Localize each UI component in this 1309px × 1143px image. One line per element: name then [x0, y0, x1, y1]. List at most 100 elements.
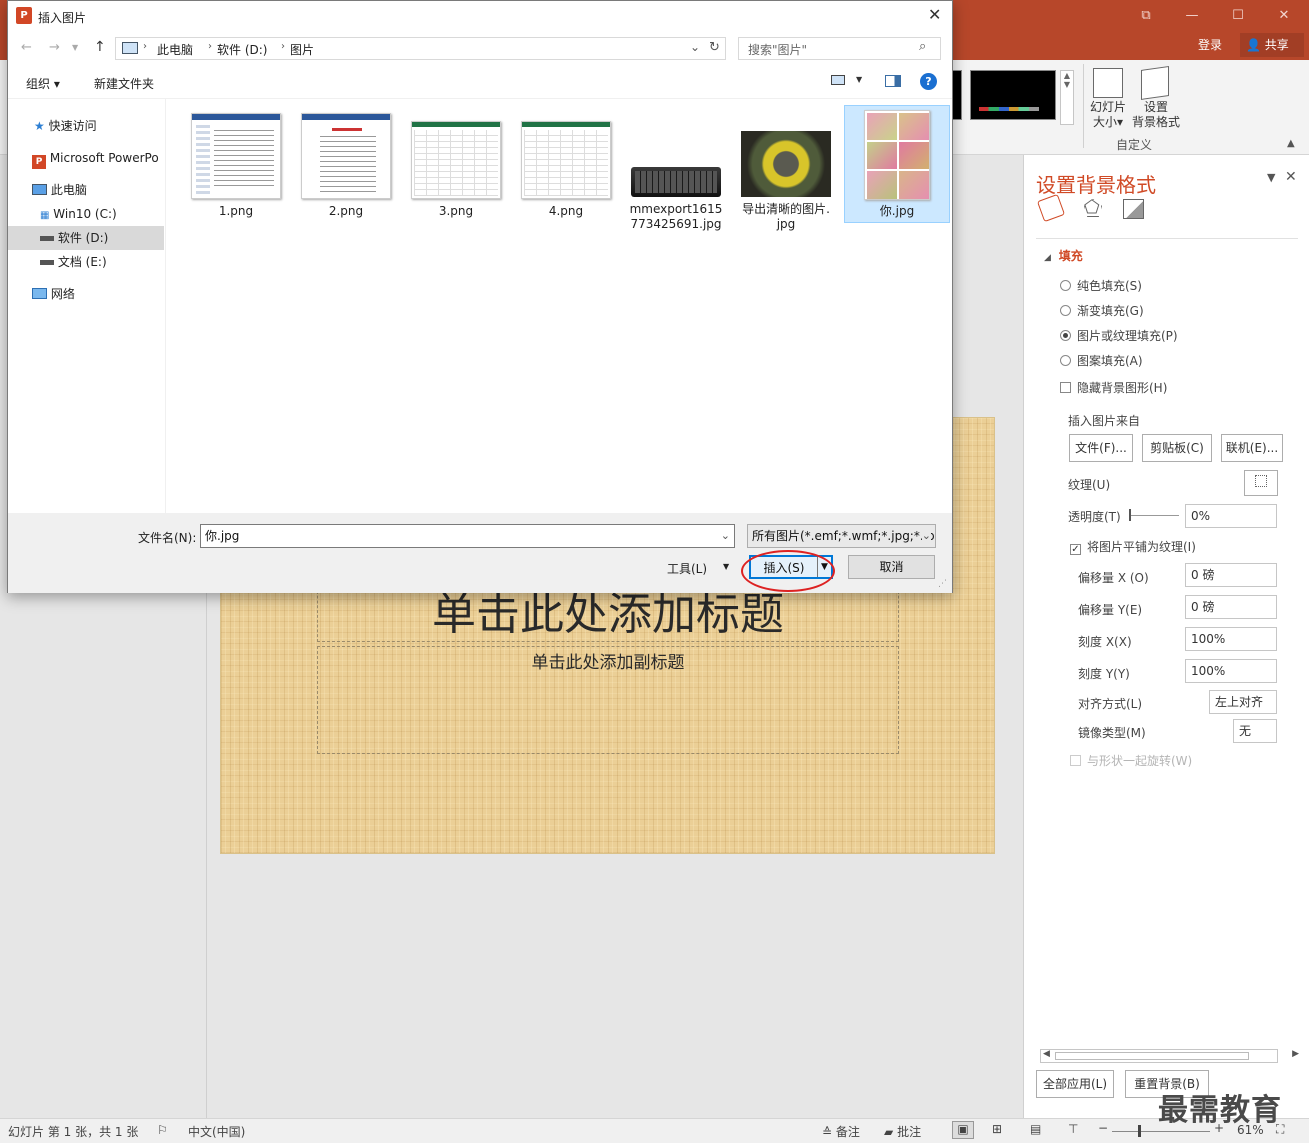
zoom-slider[interactable]: [1112, 1131, 1210, 1132]
format-background-button[interactable]: 设置 背景格式: [1128, 100, 1184, 130]
breadcrumb-this-pc[interactable]: 此电脑: [157, 41, 193, 58]
normal-view-icon[interactable]: ▣: [952, 1121, 974, 1139]
file-item[interactable]: 2.png: [294, 109, 398, 225]
watermark-logo: 最需教育: [1158, 1093, 1282, 1128]
nav-quick-access[interactable]: ★ 快速访问: [8, 114, 164, 138]
view-dropdown-icon[interactable]: ▼: [856, 75, 862, 84]
search-input[interactable]: 搜索"图片" ⌕: [738, 37, 941, 60]
slide-title-placeholder[interactable]: 单击此处添加标题: [317, 588, 899, 642]
search-icon[interactable]: ⌕: [919, 39, 926, 54]
collapse-ribbon-icon[interactable]: ▲: [1287, 138, 1295, 149]
clipboard-button[interactable]: 剪贴板(C): [1142, 434, 1212, 462]
hide-bg-graphics-option[interactable]: 隐藏背景图形(H): [1060, 379, 1167, 396]
fill-tab-icon[interactable]: [1036, 193, 1066, 223]
scale-x-input[interactable]: 100%: [1185, 627, 1277, 651]
filename-dropdown-icon[interactable]: ⌄: [721, 525, 730, 547]
pane-close-icon[interactable]: ✕: [1285, 169, 1297, 185]
offset-x-input[interactable]: 0 磅: [1185, 563, 1277, 587]
zoom-slider-thumb[interactable]: [1138, 1125, 1141, 1137]
resize-grip-icon[interactable]: ⋰: [938, 579, 947, 589]
comments-button[interactable]: ▰ 批注: [884, 1123, 921, 1140]
maximize-button[interactable]: ☐: [1223, 6, 1253, 26]
online-button[interactable]: 联机(E)...: [1221, 434, 1283, 462]
file-button[interactable]: 文件(F)...: [1069, 434, 1133, 462]
breadcrumb-d-drive[interactable]: 软件 (D:): [217, 41, 267, 58]
transparency-slider-thumb[interactable]: [1129, 509, 1131, 521]
texture-picker[interactable]: [1244, 470, 1278, 496]
address-dropdown-icon[interactable]: ⌄: [690, 40, 700, 54]
minimize-button[interactable]: —: [1177, 6, 1207, 26]
scroll-left-icon[interactable]: ◀: [1043, 1049, 1050, 1059]
tile-picture-option[interactable]: ✓ 将图片平铺为纹理(I): [1070, 538, 1196, 555]
align-select[interactable]: 左上对齐: [1209, 690, 1277, 714]
apply-to-all-button[interactable]: 全部应用(L): [1036, 1070, 1114, 1098]
preview-pane-icon[interactable]: [885, 75, 901, 87]
solid-fill-option[interactable]: 纯色填充(S): [1060, 277, 1142, 294]
scroll-right-icon[interactable]: ▶: [1292, 1049, 1299, 1059]
file-item[interactable]: 4.png: [514, 109, 618, 225]
file-item[interactable]: 导出清晰的图片. jpg: [734, 109, 838, 235]
forward-arrow-icon[interactable]: →: [49, 40, 60, 55]
transparency-slider[interactable]: [1129, 515, 1179, 516]
close-window-button[interactable]: ✕: [1269, 6, 1299, 26]
offset-y-input[interactable]: 0 磅: [1185, 595, 1277, 619]
scrollbar-thumb[interactable]: [1055, 1052, 1249, 1060]
slide-size-button[interactable]: 幻灯片 大小▾: [1086, 100, 1130, 130]
zoom-out-icon[interactable]: −: [1098, 1121, 1108, 1135]
transparency-input[interactable]: 0%: [1185, 504, 1277, 528]
file-type-select[interactable]: 所有图片(*.emf;*.wmf;*.jpg;*.jp ⌄: [747, 524, 936, 548]
texture-label: 纹理(U): [1068, 478, 1111, 492]
gallery-scroll[interactable]: ▲ ▼: [1060, 70, 1074, 125]
breadcrumb-pictures[interactable]: 图片: [290, 41, 314, 58]
file-item-selected[interactable]: 你.jpg: [844, 105, 950, 223]
login-link[interactable]: 登录: [1198, 36, 1222, 53]
organize-button[interactable]: 组织 ▾: [26, 75, 60, 92]
dialog-close-icon[interactable]: ✕: [928, 5, 941, 24]
mirror-select[interactable]: 无: [1233, 719, 1277, 743]
gradient-fill-option[interactable]: 渐变填充(G): [1060, 302, 1144, 319]
file-item[interactable]: mmexport1615 773425691.jpg: [624, 109, 728, 235]
file-item[interactable]: 1.png: [184, 109, 288, 225]
back-arrow-icon[interactable]: ←: [21, 40, 32, 55]
pane-options-icon[interactable]: ▼: [1267, 171, 1275, 184]
nav-e-drive[interactable]: 文档 (E:): [8, 250, 164, 274]
nav-d-drive[interactable]: 软件 (D:): [8, 226, 164, 250]
slide-sorter-icon[interactable]: ⊞: [992, 1122, 1002, 1136]
file-type-dropdown-icon[interactable]: ⌄: [921, 525, 931, 547]
tools-dropdown-icon[interactable]: ▼: [723, 562, 729, 571]
recent-dropdown-icon[interactable]: ▼: [72, 43, 78, 52]
picture-tab-icon[interactable]: [1123, 199, 1144, 219]
address-bar[interactable]: › 此电脑 › 软件 (D:) › 图片 ⌄ ↻: [115, 37, 726, 60]
horizontal-scrollbar[interactable]: ◀ ▶: [1040, 1049, 1299, 1063]
nav-this-pc[interactable]: 此电脑: [8, 178, 164, 202]
pattern-fill-option[interactable]: 图案填充(A): [1060, 352, 1143, 369]
reading-view-icon[interactable]: ▤: [1030, 1122, 1041, 1136]
share-button[interactable]: 👤 共享: [1240, 33, 1304, 57]
slide-subtitle-placeholder[interactable]: 单击此处添加副标题: [317, 646, 899, 754]
view-options-icon[interactable]: [831, 75, 845, 85]
cancel-button[interactable]: 取消: [848, 555, 935, 579]
spell-check-icon[interactable]: ⚐: [157, 1123, 168, 1137]
nav-network[interactable]: 网络: [8, 282, 164, 306]
file-name: 导出清晰的图片. jpg: [742, 202, 830, 231]
slideshow-icon[interactable]: ⊤: [1068, 1122, 1078, 1136]
nav-c-drive[interactable]: ▦ Win10 (C:): [8, 202, 164, 226]
file-item[interactable]: 3.png: [404, 109, 508, 225]
help-icon[interactable]: ?: [920, 73, 937, 90]
hide-bg-graphics-label: 隐藏背景图形(H): [1077, 381, 1168, 395]
ribbon-display-icon[interactable]: ⧉: [1131, 6, 1161, 26]
scale-y-input[interactable]: 100%: [1185, 659, 1277, 683]
tools-button[interactable]: 工具(L): [667, 560, 707, 577]
notes-button[interactable]: ≙ 备注: [822, 1123, 860, 1140]
theme-thumbnail[interactable]: [970, 70, 1056, 120]
up-arrow-icon[interactable]: ↑: [94, 39, 106, 55]
new-folder-button[interactable]: 新建文件夹: [94, 75, 154, 92]
language-status[interactable]: 中文(中国): [188, 1123, 245, 1140]
rotate-with-shape-option[interactable]: 与形状一起旋转(W): [1070, 752, 1192, 769]
fill-section-header[interactable]: ◢ 填充: [1044, 247, 1083, 264]
refresh-icon[interactable]: ↻: [709, 40, 720, 55]
pane-title: 设置背景格式: [1036, 173, 1156, 197]
picture-fill-option[interactable]: 图片或纹理填充(P): [1060, 327, 1178, 344]
nav-powerpoint[interactable]: P Microsoft PowerPo: [8, 146, 164, 170]
filename-input[interactable]: 你.jpg ⌄: [200, 524, 735, 548]
